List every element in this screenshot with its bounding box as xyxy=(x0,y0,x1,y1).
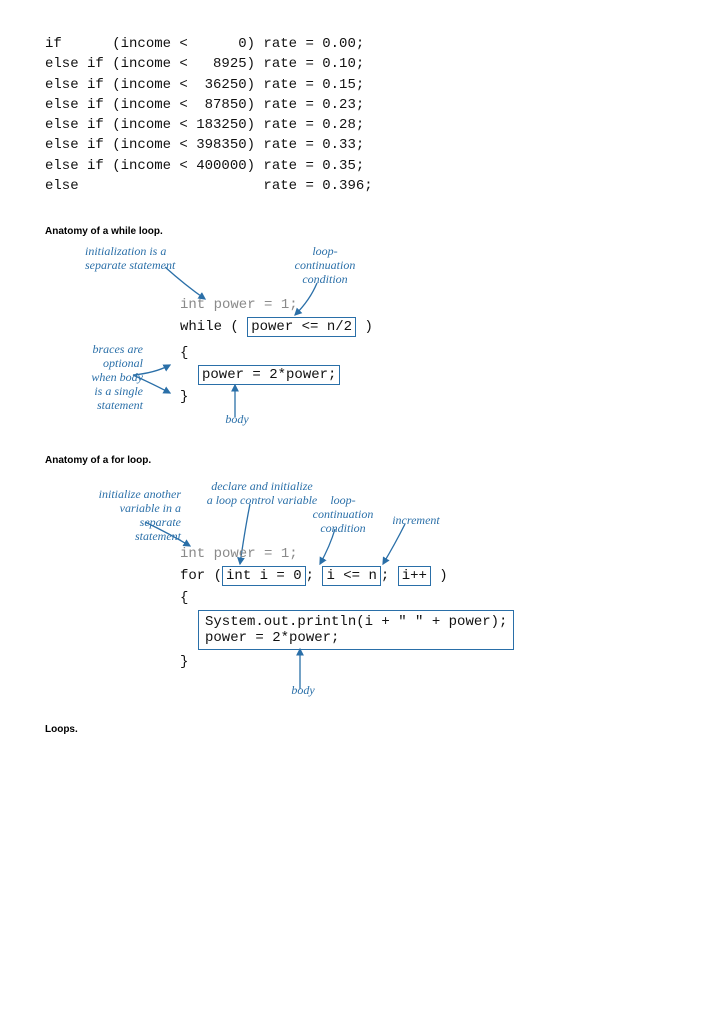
for-cond-box: i <= n xyxy=(322,566,380,586)
for-brace-open: { xyxy=(180,590,188,606)
tax-rate-code: if (income < 0) rate = 0.00; else if (in… xyxy=(45,34,684,196)
while-caption: Anatomy of a while loop. xyxy=(45,226,684,237)
for-brace-close: } xyxy=(180,654,188,670)
for-diagram: initialize another variable in a separat… xyxy=(85,474,515,704)
for-incr-box: i++ xyxy=(398,566,431,586)
annot-init: initialization is a separate statement xyxy=(85,245,205,273)
annot-body: body xyxy=(217,413,257,427)
for-body-box: System.out.println(i + " " + power); pow… xyxy=(198,610,514,650)
for-head-right: ) xyxy=(431,568,448,584)
while-kw: while ( xyxy=(180,319,247,335)
while-cond-box: power <= n/2 xyxy=(247,317,356,337)
while-brace-open: { xyxy=(180,345,188,361)
annot-cond: loop- continuation condition xyxy=(285,245,365,286)
loops-caption: Loops. xyxy=(45,724,684,735)
for-caption: Anatomy of a for loop. xyxy=(45,455,684,466)
annot-initvar: initialize another variable in a separat… xyxy=(71,488,181,543)
annot-cond-for: loop- continuation condition xyxy=(303,494,383,535)
for-kw: for ( xyxy=(180,568,222,584)
annot-braces: braces are optional when body is a singl… xyxy=(71,343,143,412)
while-body-stmt: power = 2*power; xyxy=(198,365,340,385)
for-body-line1: System.out.println(i + " " + power); xyxy=(205,614,507,630)
for-sep1: ; xyxy=(306,568,323,584)
while-init-line: int power = 1; xyxy=(180,297,298,313)
for-init-line: int power = 1; xyxy=(180,546,298,562)
while-head: while ( power <= n/2 ) xyxy=(180,317,373,337)
while-diagram: initialization is a separate statement l… xyxy=(85,245,445,435)
while-head-right: ) xyxy=(356,319,373,335)
while-body-box: power = 2*power; xyxy=(198,365,340,385)
for-head: for (int i = 0; i <= n; i++ ) xyxy=(180,566,448,586)
for-sep2: ; xyxy=(381,568,398,584)
while-brace-close: } xyxy=(180,389,188,405)
for-body-line2: power = 2*power; xyxy=(205,630,507,646)
annot-body-for: body xyxy=(283,684,323,698)
for-init-box: int i = 0 xyxy=(222,566,306,586)
annot-incr: increment xyxy=(381,514,451,528)
